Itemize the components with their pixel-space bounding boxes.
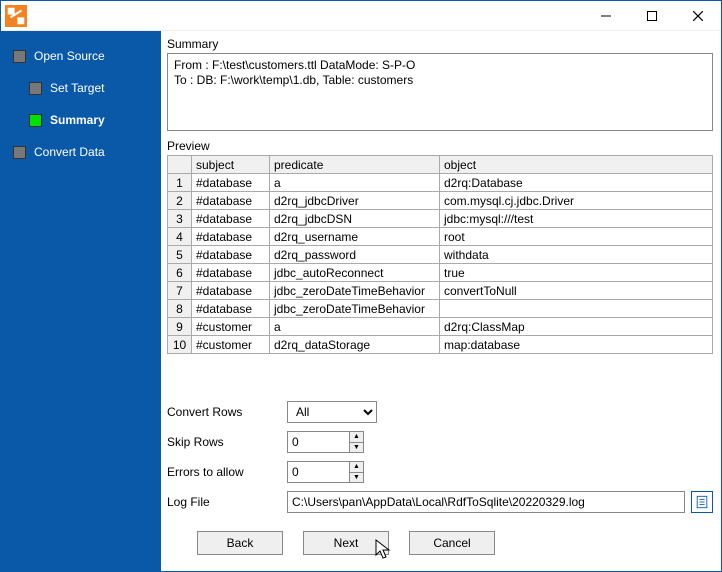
rownum-cell: 9 xyxy=(168,318,192,336)
table-cell: root xyxy=(440,228,713,246)
errors-input[interactable] xyxy=(287,461,349,483)
log-file-input[interactable] xyxy=(287,491,685,513)
table-cell: #database xyxy=(192,210,270,228)
step-marker xyxy=(29,114,42,127)
table-cell: com.mysql.cj.jdbc.Driver xyxy=(440,192,713,210)
col-object: object xyxy=(440,156,713,174)
browse-log-button[interactable] xyxy=(691,491,713,513)
rownum-cell: 8 xyxy=(168,300,192,318)
rownum-header xyxy=(168,156,192,174)
log-file-label: Log File xyxy=(167,495,287,509)
minimize-button[interactable] xyxy=(583,1,629,31)
table-cell: #database xyxy=(192,192,270,210)
table-cell: #database xyxy=(192,282,270,300)
rownum-cell: 7 xyxy=(168,282,192,300)
col-predicate: predicate xyxy=(270,156,440,174)
errors-spinner[interactable]: ▲▼ xyxy=(287,461,364,483)
next-button[interactable]: Next xyxy=(303,531,389,555)
close-button[interactable] xyxy=(675,1,721,31)
rownum-cell: 5 xyxy=(168,246,192,264)
spin-down-icon[interactable]: ▼ xyxy=(349,443,363,453)
spin-up-icon[interactable]: ▲ xyxy=(349,462,363,473)
step-label: Set Target xyxy=(50,81,104,95)
table-row[interactable]: 9#customerad2rq:ClassMap xyxy=(168,318,713,336)
step-marker xyxy=(13,146,26,159)
table-cell: a xyxy=(270,318,440,336)
table-cell: jdbc_zeroDateTimeBehavior xyxy=(270,300,440,318)
back-button[interactable]: Back xyxy=(197,531,283,555)
table-cell: d2rq_jdbcDriver xyxy=(270,192,440,210)
convert-rows-label: Convert Rows xyxy=(167,405,287,419)
step-convert-data[interactable]: Convert Data xyxy=(1,141,161,163)
table-cell: #database xyxy=(192,246,270,264)
preview-title: Preview xyxy=(167,139,713,153)
step-marker xyxy=(13,50,26,63)
table-row[interactable]: 10#customerd2rq_dataStoragemap:database xyxy=(168,336,713,354)
table-cell: d2rq_username xyxy=(270,228,440,246)
rownum-cell: 4 xyxy=(168,228,192,246)
table-row[interactable]: 3#databased2rq_jdbcDSNjdbc:mysql:///test xyxy=(168,210,713,228)
cancel-button[interactable]: Cancel xyxy=(409,531,495,555)
rownum-cell: 3 xyxy=(168,210,192,228)
table-cell: d2rq_dataStorage xyxy=(270,336,440,354)
step-marker xyxy=(29,82,42,95)
footer-buttons: Back Next Cancel xyxy=(167,523,713,565)
document-icon xyxy=(695,495,709,509)
wizard-sidebar: Open Source Set Target Summary Convert D… xyxy=(1,31,161,571)
table-row[interactable]: 1#databasead2rq:Database xyxy=(168,174,713,192)
table-cell: d2rq_password xyxy=(270,246,440,264)
table-cell: #database xyxy=(192,300,270,318)
summary-title: Summary xyxy=(167,37,713,51)
step-open-source[interactable]: Open Source xyxy=(1,45,161,67)
rownum-cell: 2 xyxy=(168,192,192,210)
table-cell: d2rq:ClassMap xyxy=(440,318,713,336)
table-cell: jdbc:mysql:///test xyxy=(440,210,713,228)
spin-up-icon[interactable]: ▲ xyxy=(349,432,363,443)
preview-table: subject predicate object 1#databasead2rq… xyxy=(167,155,713,354)
errors-label: Errors to allow xyxy=(167,465,287,479)
app-icon xyxy=(5,5,27,27)
table-cell: true xyxy=(440,264,713,282)
step-label: Open Source xyxy=(34,49,105,63)
table-cell: map:database xyxy=(440,336,713,354)
table-cell: a xyxy=(270,174,440,192)
skip-rows-label: Skip Rows xyxy=(167,435,287,449)
table-row[interactable]: 7#databasejdbc_zeroDateTimeBehaviorconve… xyxy=(168,282,713,300)
table-cell: d2rq:Database xyxy=(440,174,713,192)
table-row[interactable]: 8#databasejdbc_zeroDateTimeBehavior xyxy=(168,300,713,318)
rownum-cell: 6 xyxy=(168,264,192,282)
table-cell: #customer xyxy=(192,336,270,354)
skip-rows-spinner[interactable]: ▲▼ xyxy=(287,431,364,453)
titlebar xyxy=(1,1,721,31)
rownum-cell: 10 xyxy=(168,336,192,354)
summary-text: From : F:\test\customers.ttl DataMode: S… xyxy=(167,53,713,131)
step-set-target[interactable]: Set Target xyxy=(1,77,161,99)
table-cell xyxy=(440,300,713,318)
table-cell: #database xyxy=(192,228,270,246)
table-cell: withdata xyxy=(440,246,713,264)
skip-rows-input[interactable] xyxy=(287,431,349,453)
table-row[interactable]: 2#databased2rq_jdbcDrivercom.mysql.cj.jd… xyxy=(168,192,713,210)
step-label: Convert Data xyxy=(34,145,105,159)
table-row[interactable]: 5#databased2rq_passwordwithdata xyxy=(168,246,713,264)
table-cell: #database xyxy=(192,264,270,282)
convert-rows-select[interactable]: All xyxy=(287,401,377,423)
table-cell: jdbc_autoReconnect xyxy=(270,264,440,282)
table-row[interactable]: 4#databased2rq_usernameroot xyxy=(168,228,713,246)
spin-down-icon[interactable]: ▼ xyxy=(349,473,363,483)
options-grid: Convert Rows All Skip Rows ▲▼ Errors to … xyxy=(167,401,713,513)
step-summary[interactable]: Summary xyxy=(1,109,161,131)
table-cell: jdbc_zeroDateTimeBehavior xyxy=(270,282,440,300)
col-subject: subject xyxy=(192,156,270,174)
table-row[interactable]: 6#databasejdbc_autoReconnecttrue xyxy=(168,264,713,282)
step-label: Summary xyxy=(50,113,105,127)
table-cell: d2rq_jdbcDSN xyxy=(270,210,440,228)
table-cell: convertToNull xyxy=(440,282,713,300)
maximize-button[interactable] xyxy=(629,1,675,31)
main-panel: Summary From : F:\test\customers.ttl Dat… xyxy=(161,31,721,571)
rownum-cell: 1 xyxy=(168,174,192,192)
table-cell: #database xyxy=(192,174,270,192)
table-cell: #customer xyxy=(192,318,270,336)
